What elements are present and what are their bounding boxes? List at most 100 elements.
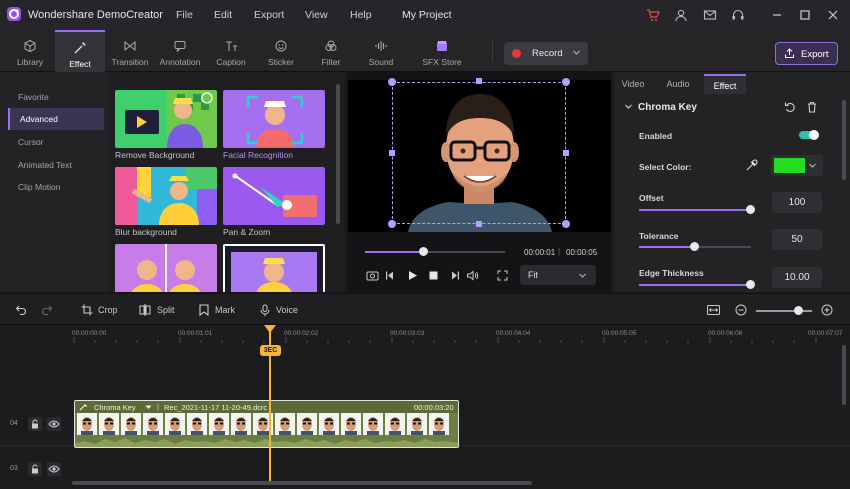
zoom-slider-knob[interactable] bbox=[794, 306, 803, 315]
eye-icon[interactable] bbox=[47, 417, 61, 431]
next-frame-icon[interactable] bbox=[448, 269, 461, 282]
zoom-in-icon[interactable] bbox=[821, 304, 833, 316]
maximize-icon[interactable] bbox=[798, 8, 812, 22]
effect-blur-background[interactable] bbox=[115, 167, 217, 225]
zoom-out-icon[interactable] bbox=[735, 304, 747, 316]
fullscreen-icon[interactable] bbox=[496, 269, 509, 282]
video-clip[interactable]: Chroma Key | Rec_2021-11-17 11-20-49.dcr… bbox=[74, 400, 459, 448]
tool-caption[interactable]: Caption bbox=[206, 30, 256, 72]
menu-view[interactable]: View bbox=[305, 9, 328, 21]
tool-library[interactable]: Library bbox=[5, 30, 55, 72]
resize-handle[interactable] bbox=[388, 220, 396, 228]
resize-handle[interactable] bbox=[562, 220, 570, 228]
mark-icon[interactable] bbox=[198, 304, 210, 316]
clip-divider: | bbox=[157, 402, 159, 411]
nav-clip-motion[interactable]: Clip Motion bbox=[8, 176, 104, 198]
video-canvas[interactable] bbox=[348, 78, 611, 232]
tab-video[interactable]: Video bbox=[614, 74, 652, 94]
tolerance-value[interactable]: 50 bbox=[772, 229, 822, 250]
tool-filter[interactable]: Filter bbox=[306, 30, 356, 72]
effect-mirror[interactable] bbox=[115, 244, 217, 292]
edge-thickness-slider-knob[interactable] bbox=[746, 280, 755, 289]
resize-handle[interactable] bbox=[476, 221, 482, 227]
tool-sfx-store[interactable]: SFX Store bbox=[412, 30, 472, 72]
tab-audio[interactable]: Audio bbox=[658, 74, 698, 94]
delete-icon[interactable] bbox=[806, 101, 818, 113]
offset-slider[interactable] bbox=[639, 205, 755, 214]
fit-timeline-icon[interactable] bbox=[707, 304, 720, 316]
tool-annotation[interactable]: Annotation bbox=[155, 30, 205, 72]
effect-pan-zoom[interactable] bbox=[223, 167, 325, 225]
resize-handle[interactable] bbox=[389, 150, 395, 156]
effect-remove-background[interactable] bbox=[115, 90, 217, 148]
effect-frame[interactable] bbox=[223, 244, 325, 292]
offset-slider-knob[interactable] bbox=[746, 205, 755, 214]
export-button[interactable]: Export bbox=[775, 42, 838, 65]
nav-cursor[interactable]: Cursor bbox=[8, 131, 104, 153]
resize-handle[interactable] bbox=[563, 150, 569, 156]
tool-transition[interactable]: Transition bbox=[105, 30, 155, 72]
effect-facial-recognition[interactable] bbox=[223, 90, 325, 148]
menu-export[interactable]: Export bbox=[254, 9, 284, 21]
previous-frame-icon[interactable] bbox=[384, 269, 397, 282]
playhead-marker[interactable]: 3EC bbox=[260, 345, 281, 356]
play-icon[interactable] bbox=[406, 269, 419, 282]
resize-handle[interactable] bbox=[388, 78, 396, 86]
redo-icon[interactable] bbox=[41, 304, 53, 316]
properties-scrollbar[interactable] bbox=[842, 100, 846, 180]
tolerance-slider-knob[interactable] bbox=[690, 242, 699, 251]
offset-value[interactable]: 100 bbox=[772, 192, 822, 213]
enabled-toggle[interactable] bbox=[799, 130, 819, 140]
close-icon[interactable] bbox=[826, 8, 840, 22]
nav-animated-text[interactable]: Animated Text bbox=[8, 154, 104, 176]
split-icon[interactable] bbox=[139, 304, 151, 316]
effects-scrollbar[interactable] bbox=[336, 84, 340, 224]
timeline-horizontal-scrollbar[interactable] bbox=[72, 481, 532, 485]
edge-thickness-slider[interactable] bbox=[639, 280, 755, 289]
tool-sound[interactable]: Sound bbox=[356, 30, 406, 72]
resize-handle[interactable] bbox=[476, 78, 482, 84]
color-picker[interactable] bbox=[771, 155, 823, 176]
crop-button[interactable]: Crop bbox=[98, 305, 118, 315]
record-button[interactable]: Record bbox=[504, 42, 588, 65]
tool-sticker[interactable]: Sticker bbox=[256, 30, 306, 72]
selection-box[interactable] bbox=[392, 82, 566, 224]
stop-icon[interactable] bbox=[427, 269, 440, 282]
tool-effect[interactable]: Effect bbox=[55, 30, 105, 72]
resize-handle[interactable] bbox=[562, 78, 570, 86]
cart-icon[interactable] bbox=[646, 8, 660, 22]
menu-file[interactable]: File bbox=[176, 9, 193, 21]
lock-icon[interactable] bbox=[28, 417, 42, 431]
lock-icon[interactable] bbox=[28, 462, 42, 476]
nav-favorite[interactable]: Favorite bbox=[8, 86, 104, 108]
undo-icon[interactable] bbox=[15, 304, 27, 316]
headset-icon[interactable] bbox=[731, 8, 745, 22]
minimize-icon[interactable] bbox=[770, 8, 784, 22]
playback-progress[interactable] bbox=[365, 247, 505, 256]
menu-help[interactable]: Help bbox=[350, 9, 372, 21]
fit-dropdown[interactable]: Fit bbox=[520, 265, 596, 285]
progress-knob[interactable] bbox=[419, 247, 428, 256]
voice-button[interactable]: Voice bbox=[276, 305, 298, 315]
mail-icon[interactable] bbox=[703, 8, 717, 22]
tab-effect[interactable]: Effect bbox=[704, 74, 746, 94]
menu-edit[interactable]: Edit bbox=[214, 9, 232, 21]
mark-button[interactable]: Mark bbox=[215, 305, 235, 315]
eyedropper-icon[interactable] bbox=[745, 159, 758, 172]
user-icon[interactable] bbox=[674, 8, 688, 22]
tolerance-slider[interactable] bbox=[639, 242, 751, 251]
zoom-slider[interactable] bbox=[756, 306, 812, 315]
nav-advanced[interactable]: Advanced bbox=[8, 108, 104, 130]
timeline-vertical-scrollbar[interactable] bbox=[842, 345, 846, 405]
split-button[interactable]: Split bbox=[157, 305, 175, 315]
crop-icon[interactable] bbox=[81, 304, 93, 316]
microphone-icon[interactable] bbox=[259, 304, 271, 316]
snapshot-icon[interactable] bbox=[366, 269, 379, 282]
eye-icon[interactable] bbox=[47, 462, 61, 476]
chevron-down-icon[interactable] bbox=[145, 404, 152, 411]
edge-thickness-value[interactable]: 10.00 bbox=[772, 267, 822, 288]
reset-icon[interactable] bbox=[784, 101, 796, 113]
volume-icon[interactable] bbox=[466, 269, 479, 282]
collapse-chevron-icon[interactable] bbox=[624, 102, 633, 111]
filter-icon bbox=[324, 39, 338, 53]
